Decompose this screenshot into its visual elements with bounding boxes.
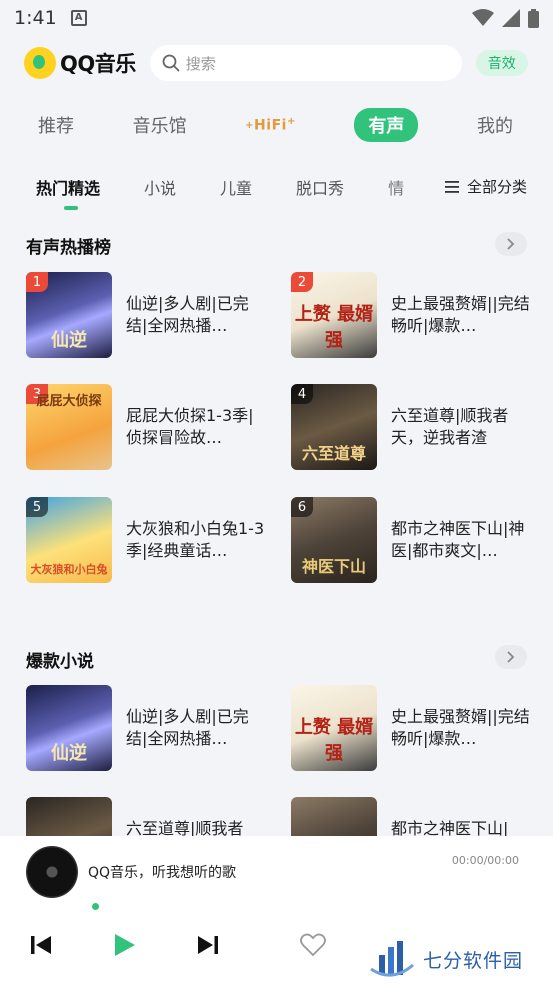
player-song-title: QQ音乐，听我想听的歌 [88,865,237,881]
notification-a-icon: A [70,10,87,26]
app-logo[interactable]: QQ音乐 [24,47,136,79]
item-title: 六至道尊|顺我者天，逆我者渣 [391,406,509,447]
album-cover: 1 仙逆 [26,272,112,358]
hot-section-more-button[interactable] [495,232,527,256]
play-button[interactable] [111,932,137,958]
qq-music-logo-icon [24,47,56,79]
novel-section-more-button[interactable] [495,645,527,669]
player-time: 00:00/00:00 [451,854,519,867]
skip-next-icon [198,936,218,954]
rank-badge: 5 [26,497,48,517]
tab-recommend[interactable]: 推荐 [38,112,74,138]
tab-mine[interactable]: 我的 [477,112,513,138]
item-title: 大灰狼和小白兔1-3季|经典童话… [126,519,265,560]
album-cover: 4 六至道尊 [291,384,377,470]
hot-item-6[interactable]: 6 神医下山 都市之神医下山|神医|都市爽文|… [291,497,531,583]
album-cover: 5 大灰狼和小白兔 [26,497,112,583]
status-time: 1:41 [14,7,57,29]
album-cover: 2 上赘 最婿 强 [291,272,377,358]
menu-icon [444,180,459,193]
item-title: 史上最强赘婿||完结畅听|爆款… [391,294,530,335]
status-icons [472,8,539,28]
item-title: 仙逆|多人剧|已完结|全网热播… [126,707,249,748]
cover-text: 上赘 最婿 强 [294,717,374,764]
tab-music-hall[interactable]: 音乐馆 [133,112,187,138]
search-input[interactable]: 搜索 [149,45,462,81]
rank-badge: 2 [291,272,313,292]
album-cover: 上赘 最婿 强 [291,685,377,771]
previous-button[interactable] [28,932,54,958]
heart-icon [300,933,326,957]
subtab-talkshow[interactable]: 脱口秀 [296,175,344,199]
signal-icon [502,9,520,27]
rank-badge: 4 [291,384,313,404]
album-cover: 6 神医下山 [291,497,377,583]
cover-text: 神医下山 [301,557,366,576]
item-title: 都市之神医下山|神医|都市爽文|… [391,519,525,560]
app-header: QQ音乐 搜索 音效 [0,42,553,84]
all-categories-button[interactable]: 全部分类 [436,176,527,197]
play-icon [115,934,135,956]
watermark: 七分软件园 [353,934,553,984]
hot-item-3[interactable]: 3 屁屁大侦探 屁屁大侦探1-3季|侦探冒险故… [26,384,266,470]
status-bar: 1:41 A [0,0,553,36]
rank-badge: 6 [291,497,313,517]
hot-item-4[interactable]: 4 六至道尊 六至道尊|顺我者天，逆我者渣 [291,384,531,470]
page-indicator-dot [92,903,99,910]
cover-text: 上赘 最婿 强 [294,304,374,351]
rank-badge: 1 [26,272,48,292]
skip-previous-icon [31,936,51,954]
cover-text: 仙逆 [51,330,87,351]
subtab-novel[interactable]: 小说 [144,175,176,199]
cover-text: 仙逆 [51,743,87,764]
tab-hifi[interactable]: +HiFi+ [245,116,296,134]
cover-text: 六至道尊 [301,444,366,463]
logo-text: QQ音乐 [60,52,136,76]
novel-section-title: 爆款小说 [26,652,94,672]
subtab-emotion[interactable]: 情 [388,175,404,199]
hifi-plus-sup-icon: + [286,116,296,128]
favorite-button[interactable] [300,932,326,958]
search-icon [162,54,180,72]
tab-audio[interactable]: 有声 [354,108,419,142]
watermark-logo-icon [370,941,414,977]
hot-section-title: 有声热播榜 [26,238,111,258]
all-categories-label: 全部分类 [466,178,527,196]
item-title: 屁屁大侦探1-3季|侦探冒险故… [126,406,254,447]
album-cover: 3 屁屁大侦探 [26,384,112,470]
album-cover: 仙逆 [26,685,112,771]
hot-item-5[interactable]: 5 大灰狼和小白兔 大灰狼和小白兔1-3季|经典童话… [26,497,266,583]
battery-icon [528,8,539,28]
chevron-right-icon [507,238,515,250]
item-title: 史上最强赘婿||完结畅听|爆款… [391,707,530,748]
sound-effect-button[interactable]: 音效 [475,50,528,76]
top-tabs: 推荐 音乐馆 +HiFi+ 有声 我的 [0,106,553,144]
item-title: 仙逆|多人剧|已完结|全网热播… [126,294,249,335]
hot-item-1[interactable]: 1 仙逆 仙逆|多人剧|已完结|全网热播… [26,272,266,358]
novel-item-1[interactable]: 仙逆 仙逆|多人剧|已完结|全网热播… [26,685,266,771]
chevron-right-icon [507,651,515,663]
next-button[interactable] [195,932,221,958]
wifi-icon [472,9,494,26]
search-placeholder: 搜索 [185,54,216,73]
tab-hifi-label: HiFi [254,117,287,134]
subtab-children[interactable]: 儿童 [220,175,252,199]
watermark-text: 七分软件园 [423,949,524,972]
cover-text: 屁屁大侦探 [36,394,102,409]
novel-item-2[interactable]: 上赘 最婿 强 史上最强赘婿||完结畅听|爆款… [291,685,531,771]
vinyl-disc-icon[interactable] [26,846,78,898]
subtab-hot-picks[interactable]: 热门精选 [36,175,100,210]
hifi-plus-icon: + [245,120,255,132]
hot-item-2[interactable]: 2 上赘 最婿 强 史上最强赘婿||完结畅听|爆款… [291,272,531,358]
cover-text: 大灰狼和小白兔 [30,563,108,576]
